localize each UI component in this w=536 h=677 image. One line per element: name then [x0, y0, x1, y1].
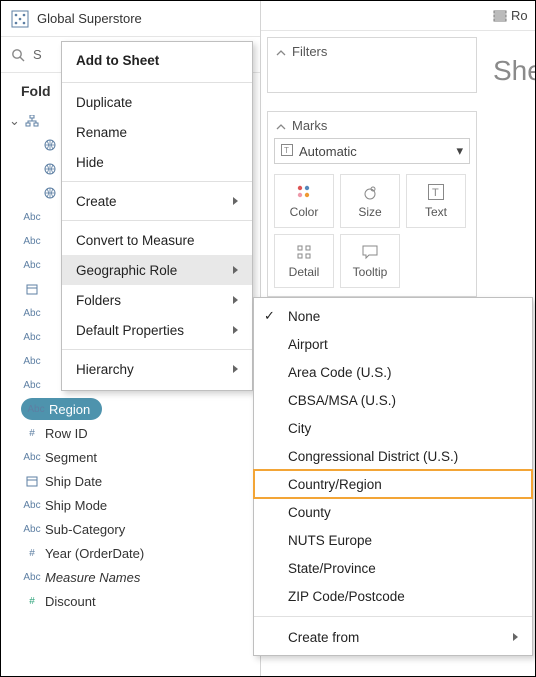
sheet-title: She [493, 55, 536, 87]
field-label: Year (OrderDate) [43, 546, 144, 561]
menu-duplicate[interactable]: Duplicate [62, 87, 252, 117]
text-icon: T [427, 183, 445, 201]
field-row[interactable]: AbcSub-Category [1, 517, 260, 541]
detail-icon [295, 243, 313, 261]
color-button[interactable]: Color [274, 174, 334, 228]
datasource-icon [11, 10, 29, 28]
geographic-role-submenu: ✓None Airport Area Code (U.S.) CBSA/MSA … [253, 297, 533, 656]
field-label: Sub-Category [43, 522, 125, 537]
menu-rename[interactable]: Rename [62, 117, 252, 147]
georole-city[interactable]: City [254, 414, 532, 442]
rows-shelf[interactable]: Ro [261, 1, 535, 31]
field-context-menu: Add to Sheet Duplicate Rename Hide Creat… [61, 41, 253, 391]
filters-card: Filters [267, 37, 477, 93]
menu-default-properties[interactable]: Default Properties [62, 315, 252, 345]
menu-folders[interactable]: Folders [62, 285, 252, 315]
marks-card: Marks T Automatic ▾ Color Size [267, 111, 477, 297]
field-label: Discount [43, 594, 96, 609]
field-label: Region [47, 402, 90, 417]
submenu-caret-icon [233, 197, 238, 205]
svg-text:T: T [284, 146, 289, 155]
text-button[interactable]: T Text [406, 174, 466, 228]
field-label: Ship Date [43, 474, 102, 489]
field-label: Segment [43, 450, 97, 465]
field-row[interactable]: AbcMeasure Names [1, 565, 260, 589]
mark-type-select[interactable]: T Automatic ▾ [274, 138, 470, 164]
georole-zip[interactable]: ZIP Code/Postcode [254, 582, 532, 610]
search-icon [11, 48, 25, 62]
datasource-header[interactable]: Global Superstore [1, 1, 260, 37]
georole-airport[interactable]: Airport [254, 330, 532, 358]
size-icon [361, 183, 379, 201]
rows-icon [493, 9, 507, 23]
menu-create[interactable]: Create [62, 186, 252, 216]
checkmark-icon: ✓ [264, 308, 275, 324]
search-placeholder: S [33, 47, 42, 62]
field-row[interactable]: AbcRegion [1, 397, 260, 421]
field-row[interactable]: AbcShip Mode [1, 493, 260, 517]
submenu-caret-icon [233, 365, 238, 373]
submenu-caret-icon [233, 266, 238, 274]
detail-button[interactable]: Detail [274, 234, 334, 288]
chevron-up-icon [276, 120, 286, 130]
menu-add-to-sheet[interactable]: Add to Sheet [62, 42, 252, 78]
text-mark-icon: T [281, 144, 293, 159]
georole-county[interactable]: County [254, 498, 532, 526]
georole-nuts[interactable]: NUTS Europe [254, 526, 532, 554]
submenu-caret-icon [233, 296, 238, 304]
field-label: Row ID [43, 426, 88, 441]
field-row[interactable]: AbcSegment [1, 445, 260, 469]
datasource-title: Global Superstore [37, 11, 142, 26]
field-label: Ship Mode [43, 498, 107, 513]
marks-title[interactable]: Marks [268, 112, 476, 138]
menu-hierarchy[interactable]: Hierarchy [62, 354, 252, 384]
tooltip-button[interactable]: Tooltip [340, 234, 400, 288]
field-row[interactable]: Ship Date [1, 469, 260, 493]
georole-area-code[interactable]: Area Code (U.S.) [254, 358, 532, 386]
rows-label: Ro [511, 8, 528, 23]
menu-hide[interactable]: Hide [62, 147, 252, 177]
submenu-caret-icon [513, 633, 518, 641]
georole-country-region[interactable]: Country/Region [254, 470, 532, 498]
georole-create-from[interactable]: Create from [254, 623, 532, 651]
dropdown-caret-icon: ▾ [456, 143, 463, 159]
georole-none[interactable]: ✓None [254, 302, 532, 330]
georole-state[interactable]: State/Province [254, 554, 532, 582]
submenu-caret-icon [233, 326, 238, 334]
georole-cbsa[interactable]: CBSA/MSA (U.S.) [254, 386, 532, 414]
tooltip-icon [361, 243, 379, 261]
field-label: Measure Names [43, 570, 140, 585]
chevron-up-icon [276, 46, 286, 56]
menu-convert-measure[interactable]: Convert to Measure [62, 225, 252, 255]
size-button[interactable]: Size [340, 174, 400, 228]
field-row[interactable]: #Year (OrderDate) [1, 541, 260, 565]
field-row[interactable]: #Discount [1, 589, 260, 613]
field-row[interactable]: #Row ID [1, 421, 260, 445]
georole-congressional[interactable]: Congressional District (U.S.) [254, 442, 532, 470]
color-icon [295, 183, 313, 201]
filters-title[interactable]: Filters [268, 38, 476, 64]
menu-geographic-role[interactable]: Geographic Role [62, 255, 252, 285]
svg-text:T: T [432, 187, 439, 199]
